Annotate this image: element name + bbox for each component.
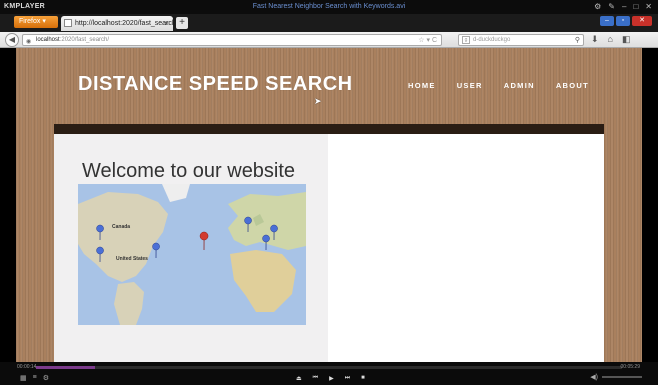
page-viewport: DISTANCE SPEED SEARCH HOME USER ADMIN AB… [16, 48, 642, 362]
welcome-heading: Welcome to our website [82, 160, 296, 182]
system-window-controls: – ▫ ✕ [600, 16, 652, 26]
site-title: DISTANCE SPEED SEARCH [78, 73, 353, 95]
player-menu-icon[interactable]: ▦ [20, 374, 27, 382]
home-icon[interactable]: ⌂ [608, 34, 613, 45]
firefox-menu-button[interactable]: Firefox ▾ [14, 16, 58, 28]
volume-slider[interactable] [602, 376, 642, 378]
nav-about-link[interactable]: ABOUT [556, 81, 589, 90]
world-map-drawing: Canada United States [78, 184, 306, 325]
download-icon[interactable]: ⬇ [591, 34, 599, 45]
play-icon[interactable]: ▶ [329, 375, 334, 382]
browser-nav-bar: ◀ ◉ localhost:2020/fast_search/ ☆ ▾ C g … [0, 32, 658, 48]
browser-tab[interactable]: http://localhost:2020/fast_search/ × [61, 16, 178, 31]
mouse-cursor-icon: ➤ [314, 96, 322, 106]
bookmark-star-icon[interactable]: ☆ ▾ C [418, 35, 437, 46]
playlist-icon[interactable]: ≡ [33, 374, 37, 382]
seek-bar-fill [36, 366, 95, 369]
toolbar-icons: ⬇ ⌂ ◧ [591, 34, 631, 45]
map-label-canada: Canada [112, 224, 130, 230]
previous-icon[interactable]: ⏮ [313, 375, 318, 382]
maximize-icon[interactable]: □ [633, 2, 638, 11]
seek-bar[interactable] [36, 366, 622, 369]
next-icon[interactable]: ⏭ [345, 375, 350, 382]
browser-tab-bar: Firefox ▾ http://localhost:2020/fast_sea… [0, 14, 658, 32]
settings-small-icon[interactable]: ⚙ [43, 374, 49, 382]
player-window-title: Fast Nearest Neighbor Search with Keywor… [252, 3, 406, 10]
player-window-controls: ⚙ ✎ – □ ✕ [594, 2, 652, 11]
stop-icon[interactable]: ■ [361, 375, 365, 382]
url-bar[interactable]: ◉ localhost:2020/fast_search/ ☆ ▾ C [22, 34, 442, 46]
close-window-icon[interactable]: ✕ [632, 16, 652, 26]
minimize-window-icon[interactable]: – [600, 16, 614, 26]
world-map-image: Canada United States [78, 184, 306, 325]
minimize-icon[interactable]: – [622, 2, 626, 11]
url-host: localhost [36, 37, 60, 43]
nav-user-link[interactable]: USER [457, 81, 483, 90]
restore-window-icon[interactable]: ▫ [616, 16, 630, 26]
playback-controls: ⏏ ⏮ ▶ ⏭ ■ [296, 375, 365, 382]
elapsed-time: 00:00:14 [17, 364, 37, 370]
nav-admin-link[interactable]: ADMIN [504, 81, 535, 90]
player-controls: 00:00:14 00:05:29 ▦ ≡ ⚙ ⏏ ⏮ ▶ ⏭ ■ ◀) [0, 362, 658, 385]
url-path: :2020/fast_search/ [59, 37, 110, 43]
menu-icon[interactable]: ◧ [622, 34, 631, 45]
new-tab-button[interactable]: + [176, 17, 188, 29]
settings-icon[interactable]: ⚙ [594, 2, 601, 11]
close-icon[interactable]: ✕ [645, 2, 652, 11]
browser-tab-title: http://localhost:2020/fast_search/ [75, 20, 178, 27]
search-input[interactable]: g d-duckduckgo ⚲ [458, 34, 584, 46]
map-label-united-states: United States [116, 256, 148, 262]
tab-close-icon[interactable]: × [164, 16, 169, 31]
player-left-controls: ▦ ≡ ⚙ [20, 374, 49, 382]
main-content: Welcome to our website Canada United Sta… [54, 134, 604, 362]
back-button[interactable]: ◀ [5, 33, 19, 47]
header-divider [54, 124, 604, 134]
pin-icon[interactable]: ✎ [608, 2, 615, 11]
player-title-bar: KMPLAYER Fast Nearest Neighbor Search wi… [0, 0, 658, 14]
site-identity-icon: ◉ [26, 39, 32, 45]
search-engine-icon: g [462, 36, 470, 44]
total-time: 00:05:29 [620, 364, 640, 370]
nav-home-link[interactable]: HOME [408, 81, 436, 90]
firefox-menu-label: Firefox [19, 18, 41, 25]
page-favicon-icon [64, 19, 72, 27]
search-placeholder: d-duckduckgo [473, 37, 511, 43]
site-nav: HOME USER ADMIN ABOUT [408, 81, 589, 90]
eject-icon[interactable]: ⏏ [296, 375, 302, 382]
left-panel: Welcome to our website Canada United Sta… [54, 134, 328, 362]
search-icon[interactable]: ⚲ [575, 35, 580, 46]
volume-icon[interactable]: ◀) [590, 373, 598, 381]
